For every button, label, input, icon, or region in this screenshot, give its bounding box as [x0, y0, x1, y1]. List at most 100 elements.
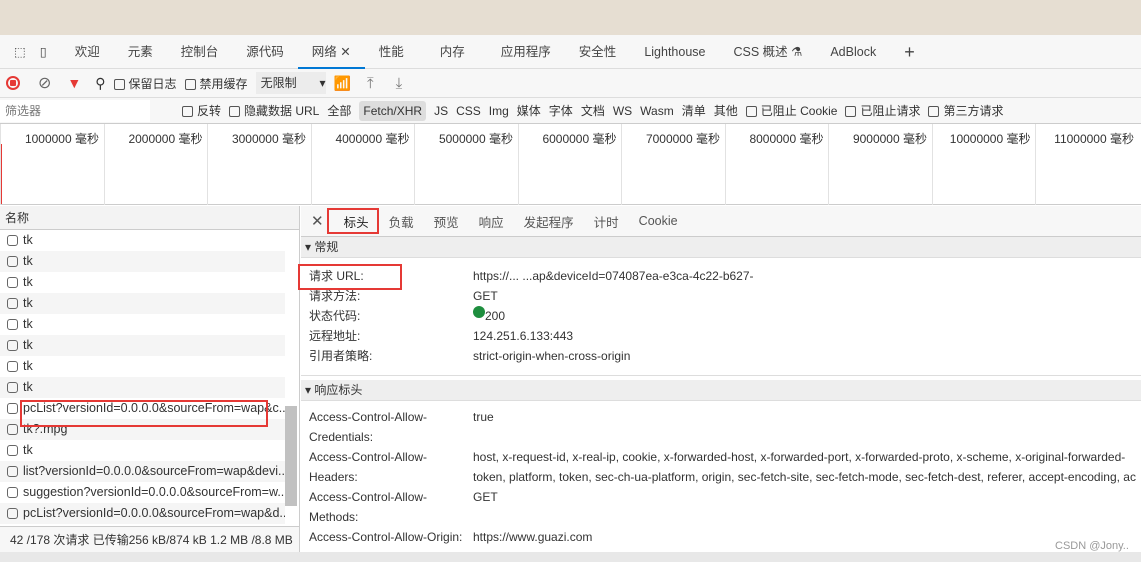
network-conditions-icon[interactable]: 📶 — [334, 75, 351, 92]
tab-elements[interactable]: 元素 — [114, 35, 167, 69]
status-dot-icon — [473, 306, 485, 318]
header-value[interactable]: token, platform, token, sec-ch-ua-platfo… — [473, 467, 1136, 487]
tab-preview[interactable]: 预览 — [424, 212, 469, 231]
type-media[interactable]: 媒体 — [517, 102, 541, 119]
filter-icon[interactable]: ▼ — [67, 75, 81, 91]
checkbox[interactable] — [7, 382, 18, 394]
tab-memory[interactable]: 内存 — [418, 35, 487, 69]
checkbox[interactable] — [7, 298, 18, 310]
list-item[interactable]: tk — [0, 293, 285, 314]
name-column-header[interactable]: 名称 — [0, 206, 299, 230]
tab-welcome[interactable]: 欢迎 — [61, 35, 114, 69]
checkbox[interactable] — [7, 424, 18, 436]
type-other[interactable]: 其他 — [714, 102, 738, 119]
tab-timing[interactable]: 计时 — [584, 212, 629, 231]
general-section-header[interactable]: ▾ 常规 — [301, 237, 1141, 258]
checkbox[interactable] — [7, 508, 18, 520]
checkbox[interactable] — [7, 466, 18, 478]
type-fetch-xhr[interactable]: Fetch/XHR — [359, 100, 427, 121]
header-value[interactable]: strict-origin-when-cross-origin — [473, 346, 630, 366]
list-item[interactable]: tk — [0, 440, 285, 461]
search-icon[interactable]: ⚲ — [95, 75, 105, 92]
checkbox[interactable] — [7, 487, 18, 499]
tab-application[interactable]: 应用程序 — [487, 35, 565, 69]
header-value[interactable]: 200 — [485, 306, 505, 326]
type-css[interactable]: CSS — [456, 104, 481, 118]
blocked-requests-label: 已阻止请求 — [860, 104, 921, 118]
list-item[interactable]: pcList?versionId=0.0.0.0&sourceFrom=wap&… — [0, 503, 285, 524]
tab-cookies[interactable]: Cookie — [629, 214, 688, 228]
disable-cache-checkbox[interactable]: 禁用缓存 — [184, 75, 248, 92]
type-wasm[interactable]: Wasm — [640, 104, 674, 118]
request-name: tk — [23, 317, 33, 331]
blocked-cookie-checkbox[interactable]: 已阻止 Cookie — [745, 102, 837, 119]
hide-data-url-checkbox[interactable]: 隐藏数据 URL — [229, 102, 319, 119]
throttle-select[interactable]: 无限制 ▾ — [255, 72, 326, 94]
request-name: tk — [23, 443, 33, 457]
list-item[interactable]: tk — [0, 272, 285, 293]
tab-css-overview[interactable]: CSS 概述 ⚗ — [719, 35, 816, 69]
type-doc[interactable]: 文档 — [581, 102, 605, 119]
list-item[interactable]: list?versionId=0.0.0.0&sourceFrom=wap&de… — [0, 461, 285, 482]
record-icon[interactable] — [6, 76, 20, 90]
scrollbar[interactable] — [285, 406, 297, 506]
list-item[interactable]: tk — [0, 251, 285, 272]
list-item[interactable]: tk — [0, 335, 285, 356]
list-item[interactable]: suggestion?versionId=0.0.0.0&sourceFrom=… — [0, 482, 285, 503]
tab-network[interactable]: 网络 ✕ — [297, 35, 365, 69]
type-manifest[interactable]: 清单 — [682, 102, 706, 119]
third-party-label: 第三方请求 — [943, 104, 1004, 118]
clear-icon[interactable]: ⊘ — [38, 73, 51, 93]
tab-payload[interactable]: 负载 — [379, 212, 424, 231]
header-value[interactable]: https://www.guazi.com — [473, 527, 592, 547]
header-value[interactable]: GET — [473, 487, 498, 507]
tab-performance[interactable]: 性能 — [365, 35, 418, 69]
checkbox[interactable] — [7, 445, 18, 457]
tab-initiator[interactable]: 发起程序 — [514, 212, 584, 231]
preserve-log-checkbox[interactable]: 保留日志 — [113, 75, 177, 92]
tab-security[interactable]: 安全性 — [565, 35, 631, 69]
timeline-overview[interactable]: 1000000 毫秒 2000000 毫秒 3000000 毫秒 4000000 毫秒… — [0, 124, 1141, 205]
response-headers-section-header[interactable]: ▾ 响应标头 — [301, 380, 1141, 401]
request-name: pcList?versionId=0.0.0.0&sourceFrom=wap&… — [23, 506, 285, 520]
list-item[interactable]: tk — [0, 230, 285, 251]
checkbox[interactable] — [7, 256, 18, 268]
type-font[interactable]: 字体 — [549, 102, 573, 119]
download-icon[interactable]: ⤓ — [396, 75, 403, 92]
tab-console[interactable]: 控制台 — [167, 35, 233, 69]
inspect-icon[interactable]: ⬚ — [0, 35, 40, 69]
tab-adblock[interactable]: AdBlock — [816, 35, 890, 69]
type-img[interactable]: Img — [489, 104, 509, 118]
checkbox[interactable] — [7, 235, 18, 247]
list-item[interactable]: tk — [0, 314, 285, 335]
device-toolbar-icon[interactable]: ▯ — [40, 35, 61, 69]
invert-checkbox[interactable]: 反转 — [182, 102, 221, 119]
filter-input[interactable] — [0, 99, 150, 122]
checkbox[interactable] — [7, 277, 18, 289]
window-top — [0, 0, 1141, 35]
checkbox[interactable] — [7, 340, 18, 352]
header-value[interactable]: https://... ...ap&deviceId=074087ea-e3ca… — [473, 266, 754, 286]
checkbox[interactable] — [7, 361, 18, 373]
add-tab-icon[interactable]: + — [890, 35, 929, 69]
checkbox[interactable] — [7, 403, 18, 415]
header-value[interactable]: 124.251.6.133:443 — [473, 326, 573, 346]
header-key: 远程地址: — [309, 329, 361, 343]
close-icon[interactable]: ✕ — [340, 45, 350, 59]
third-party-checkbox[interactable]: 第三方请求 — [928, 102, 1004, 119]
tab-sources[interactable]: 源代码 — [232, 35, 298, 69]
tab-response[interactable]: 响应 — [469, 212, 514, 231]
checkbox[interactable] — [7, 319, 18, 331]
header-value[interactable]: GET — [473, 286, 498, 306]
tab-lighthouse[interactable]: Lighthouse — [630, 35, 719, 69]
type-js[interactable]: JS — [434, 104, 448, 118]
header-row: Access-Control-Allow- GET — [301, 487, 1141, 507]
type-ws[interactable]: WS — [613, 104, 632, 118]
header-value[interactable]: true — [473, 407, 494, 427]
header-value[interactable]: host, x-request-id, x-real-ip, cookie, x… — [473, 447, 1125, 467]
upload-icon[interactable]: ⤒ — [367, 75, 374, 92]
list-item[interactable]: tk — [0, 356, 285, 377]
type-all[interactable]: 全部 — [327, 102, 351, 119]
blocked-requests-checkbox[interactable]: 已阻止请求 — [845, 102, 920, 119]
list-item[interactable]: tk — [0, 377, 285, 398]
